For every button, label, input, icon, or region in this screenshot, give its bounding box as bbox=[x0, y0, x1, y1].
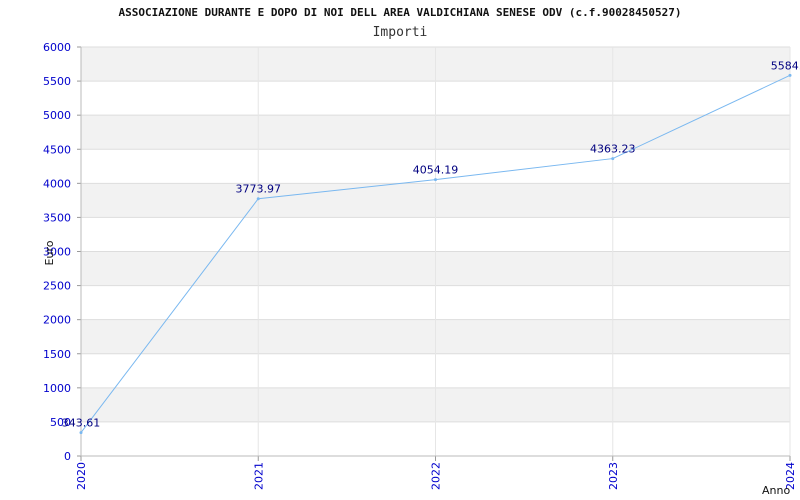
data-point bbox=[611, 157, 615, 161]
y-tick-label: 0 bbox=[64, 450, 71, 463]
x-tick-label: 2021 bbox=[252, 462, 265, 490]
y-tick-label: 6000 bbox=[43, 41, 71, 54]
x-axis-ticks: 2020 2021 2022 2023 2024 bbox=[75, 462, 797, 490]
data-label: 5584.2 bbox=[771, 59, 800, 72]
x-tick-label: 2020 bbox=[75, 462, 88, 490]
y-tick-label: 1500 bbox=[43, 348, 71, 361]
data-point bbox=[788, 73, 792, 77]
data-point bbox=[256, 197, 260, 201]
data-point bbox=[79, 431, 83, 435]
y-axis-label: Euro bbox=[43, 240, 56, 265]
line-chart: 0500100015002000250030003500400045005000… bbox=[43, 41, 800, 497]
y-tick-label: 2000 bbox=[43, 314, 71, 327]
y-tick-label: 4000 bbox=[43, 177, 71, 190]
data-label: 3773.97 bbox=[236, 183, 282, 196]
x-tick-label: 2023 bbox=[607, 462, 620, 490]
y-tick-label: 4500 bbox=[43, 143, 71, 156]
data-label: 4054.19 bbox=[413, 164, 459, 177]
data-point bbox=[434, 178, 437, 182]
y-tick-label: 2500 bbox=[43, 280, 71, 293]
y-tick-label: 3500 bbox=[43, 211, 71, 224]
y-tick-label: 5000 bbox=[43, 109, 71, 122]
chart-container: ASSOCIAZIONE DURANTE E DOPO DI NOI DELL … bbox=[0, 0, 800, 500]
data-label: 4363.23 bbox=[590, 143, 636, 156]
x-axis-label: Anno bbox=[762, 484, 790, 497]
y-tick-label: 1000 bbox=[43, 382, 71, 395]
x-tick-label: 2022 bbox=[430, 462, 443, 490]
y-tick-label: 5500 bbox=[43, 75, 71, 88]
data-label: 343.61 bbox=[62, 417, 101, 430]
